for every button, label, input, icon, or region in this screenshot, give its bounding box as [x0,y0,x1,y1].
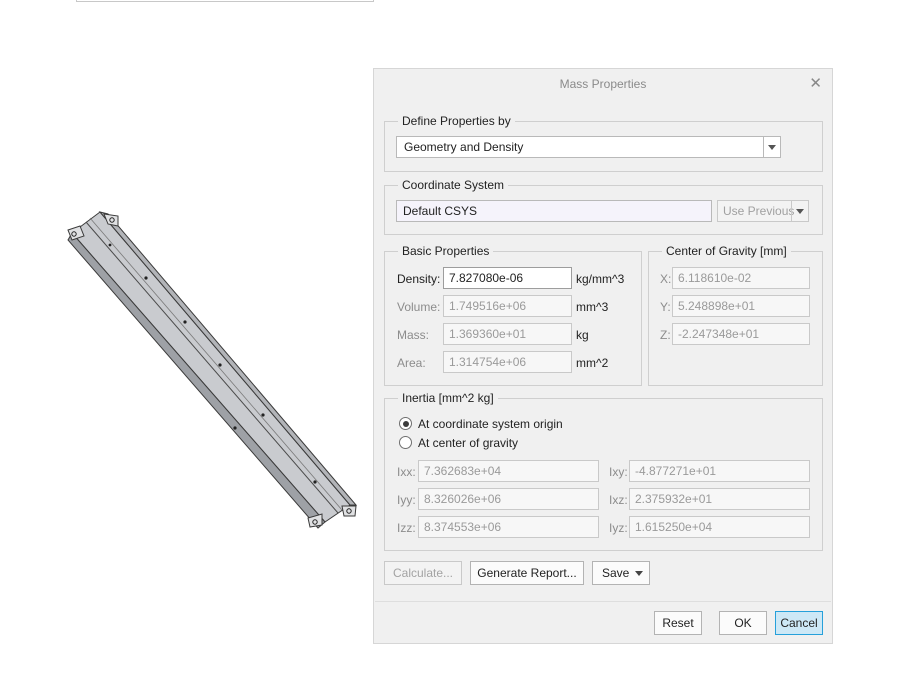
cog-y-field: 5.248898e+01 [672,295,810,317]
chevron-down-icon[interactable] [791,201,808,221]
izz-label: Izz: [397,521,416,535]
mass-label: Mass: [397,328,430,342]
ixx-label: Ixx: [397,465,416,479]
calculate-button[interactable]: Calculate... [384,561,462,585]
area-label: Area: [397,356,426,370]
use-previous-button[interactable]: Use Previous [717,200,809,222]
ok-button[interactable]: OK [719,611,767,635]
volume-label: Volume: [397,300,441,314]
radio-center-of-gravity-label: At center of gravity [418,436,519,450]
iyz-field: 1.615250e+04 [629,516,810,538]
cog-z-field: -2.247348e+01 [672,323,810,345]
close-icon[interactable]: ✕ [809,69,822,99]
cog-y-label: Y: [660,300,671,314]
center-of-gravity-legend: Center of Gravity [mm] [666,244,787,258]
ixx-field: 7.362683e+04 [418,460,599,482]
chevron-down-icon [635,571,644,577]
basic-properties-legend: Basic Properties [402,244,490,258]
radio-coordinate-origin[interactable] [399,417,412,430]
iyy-field: 8.326026e+06 [418,488,599,510]
mass-field: 1.369360e+01 [443,323,572,345]
iyz-label: Iyz: [609,521,628,535]
volume-unit: mm^3 [576,300,609,314]
coordinate-system-legend: Coordinate System [402,178,505,192]
save-button-label: Save [602,566,630,580]
area-field: 1.314754e+06 [443,351,572,373]
chevron-down-icon[interactable] [763,137,780,157]
inertia-legend: Inertia [mm^2 kg] [402,391,494,405]
ixz-label: Ixz: [609,493,628,507]
define-properties-value: Geometry and Density [404,140,524,154]
dialog-title: Mass Properties [559,77,647,91]
define-properties-legend: Define Properties by [402,114,511,128]
ixy-label: Ixy: [609,465,628,479]
model-viewport[interactable] [60,200,370,540]
reset-button[interactable]: Reset [654,611,702,635]
radio-center-of-gravity[interactable] [399,436,412,449]
density-label: Density: [397,272,441,286]
coordinate-system-field[interactable]: Default CSYS [396,200,712,222]
mass-unit: kg [576,328,589,342]
beam-model [67,211,358,529]
cancel-button[interactable]: Cancel [775,611,823,635]
generate-report-button[interactable]: Generate Report... [470,561,584,585]
define-properties-select[interactable]: Geometry and Density [396,136,781,158]
top-input-field[interactable] [76,0,374,2]
mass-properties-dialog: Mass Properties ✕ Define Properties by G… [373,68,833,644]
area-unit: mm^2 [576,356,609,370]
use-previous-label: Use Previous [723,204,795,218]
volume-field: 1.749516e+06 [443,295,572,317]
cog-z-label: Z: [660,328,671,342]
iyy-label: Iyy: [397,493,416,507]
izz-field: 8.374553e+06 [418,516,599,538]
density-unit: kg/mm^3 [576,272,625,286]
cog-x-label: X: [660,272,672,286]
density-input[interactable]: 7.827080e-06 [443,267,572,289]
radio-coordinate-origin-label: At coordinate system origin [418,417,563,431]
ixz-field: 2.375932e+01 [629,488,810,510]
save-button[interactable]: Save [592,561,650,585]
ixy-field: -4.877271e+01 [629,460,810,482]
cog-x-field: 6.118610e-02 [672,267,810,289]
divider [375,601,831,602]
